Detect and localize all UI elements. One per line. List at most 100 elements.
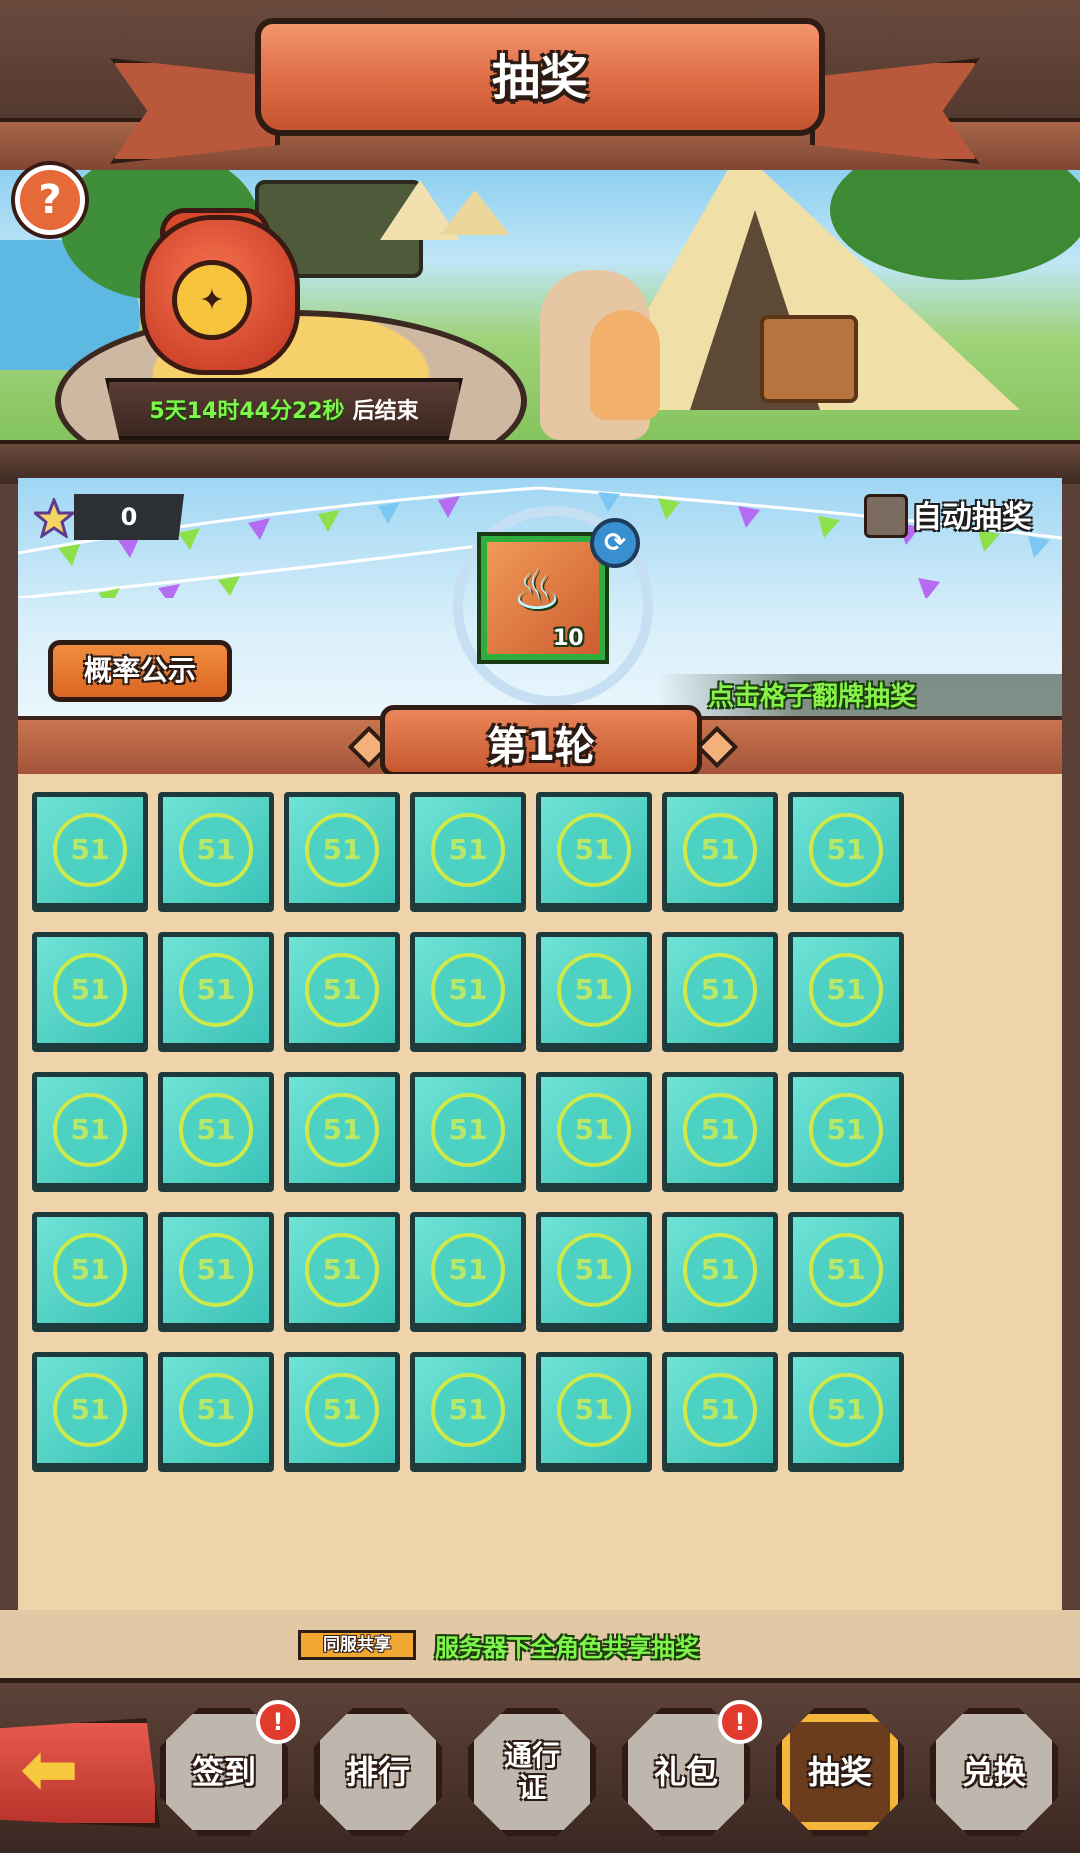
lottery-card[interactable]: 51 xyxy=(662,1352,778,1468)
auto-draw-label[interactable]: 自动抽奖 xyxy=(912,492,1032,536)
card-emblem: 51 xyxy=(431,1093,505,1167)
lottery-card[interactable]: 51 xyxy=(662,1212,778,1328)
countdown-plate: 5天14时44分22秒 后结束 xyxy=(105,378,463,440)
card-emblem: 51 xyxy=(305,1093,379,1167)
card-emblem: 51 xyxy=(431,1233,505,1307)
lottery-card[interactable]: 51 xyxy=(284,1072,400,1188)
lottery-card[interactable]: 51 xyxy=(536,1352,652,1468)
lottery-card[interactable]: 51 xyxy=(410,932,526,1048)
star-icon xyxy=(34,498,74,538)
card-emblem: 51 xyxy=(809,953,883,1027)
nav-label: 礼包 xyxy=(653,1753,718,1791)
lottery-card[interactable]: 51 xyxy=(32,1072,148,1188)
card-emblem: 51 xyxy=(809,1373,883,1447)
page-title: 抽奖 xyxy=(491,50,588,106)
card-emblem: 51 xyxy=(179,1233,253,1307)
card-emblem: 51 xyxy=(53,953,127,1027)
card-emblem: 51 xyxy=(53,1233,127,1307)
round-label: 第1轮 xyxy=(487,724,595,770)
card-emblem: 51 xyxy=(809,1093,883,1167)
nav-label: 兑换 xyxy=(961,1753,1026,1791)
card-emblem: 51 xyxy=(305,953,379,1027)
card-emblem: 51 xyxy=(683,1093,757,1167)
card-emblem: 51 xyxy=(53,1093,127,1167)
nav-label: 抽奖 xyxy=(807,1753,872,1791)
currency-count: 0 xyxy=(74,494,184,540)
card-emblem: 51 xyxy=(179,1373,253,1447)
card-emblem: 51 xyxy=(557,1093,631,1167)
scene-tree xyxy=(830,170,1080,280)
card-emblem: 51 xyxy=(431,813,505,887)
lottery-card[interactable]: 51 xyxy=(158,792,274,908)
lottery-card[interactable]: 51 xyxy=(410,792,526,908)
card-emblem: 51 xyxy=(557,1373,631,1447)
coin-icon: ✦ xyxy=(172,260,252,340)
lottery-card[interactable]: 51 xyxy=(284,932,400,1048)
lottery-card[interactable]: 51 xyxy=(788,1072,904,1188)
lottery-card[interactable]: 51 xyxy=(284,1212,400,1328)
nav-label: 通行证 xyxy=(503,1739,560,1804)
card-grid: 51 51 51 51 51 51 51 51 51 51 51 51 51 51 51 51 51 51 51 51… xyxy=(18,774,1062,1616)
lottery-card[interactable]: 51 xyxy=(158,1352,274,1468)
back-arrow-icon: ⬅ xyxy=(20,1728,79,1810)
scene-tent-small xyxy=(440,190,510,235)
lottery-card[interactable]: 51 xyxy=(788,792,904,908)
card-emblem: 51 xyxy=(53,1373,127,1447)
card-emblem: 51 xyxy=(179,1093,253,1167)
countdown-suffix: 后结束 xyxy=(352,399,419,424)
card-emblem: 51 xyxy=(683,813,757,887)
card-emblem: 51 xyxy=(179,953,253,1027)
lottery-card[interactable]: 51 xyxy=(536,932,652,1048)
shared-tag: 同服共享 xyxy=(298,1630,416,1660)
lottery-card[interactable]: 51 xyxy=(410,1212,526,1328)
card-emblem: 51 xyxy=(431,1373,505,1447)
shared-text: 服务器下全角色共享抽奖 xyxy=(435,1634,699,1662)
lottery-card[interactable]: 51 xyxy=(158,1072,274,1188)
lottery-card[interactable]: 51 xyxy=(788,932,904,1048)
flame-icon: ♨ xyxy=(511,558,563,623)
lottery-card[interactable]: 51 xyxy=(284,1352,400,1468)
lottery-card[interactable]: 51 xyxy=(410,1072,526,1188)
lottery-card[interactable]: 51 xyxy=(32,1212,148,1328)
lottery-card[interactable]: 51 xyxy=(536,1072,652,1188)
prize-quantity: 10 xyxy=(553,626,584,651)
card-emblem: 51 xyxy=(683,1233,757,1307)
lottery-card[interactable]: 51 xyxy=(788,1212,904,1328)
scene-basket xyxy=(760,315,858,403)
card-emblem: 51 xyxy=(305,813,379,887)
countdown-value: 5天14时44分22秒 xyxy=(149,399,345,424)
alert-badge: ! xyxy=(718,1700,762,1744)
lottery-card[interactable]: 51 xyxy=(32,932,148,1048)
card-emblem: 51 xyxy=(683,1373,757,1447)
lottery-card[interactable]: 51 xyxy=(662,1072,778,1188)
card-emblem: 51 xyxy=(809,813,883,887)
nav-label: 签到 xyxy=(191,1753,256,1791)
card-emblem: 51 xyxy=(557,813,631,887)
card-emblem: 51 xyxy=(431,953,505,1027)
card-emblem: 51 xyxy=(305,1233,379,1307)
lottery-card[interactable]: 51 xyxy=(284,792,400,908)
card-emblem: 51 xyxy=(53,813,127,887)
lottery-card[interactable]: 51 xyxy=(32,792,148,908)
odds-button[interactable]: 概率公示 xyxy=(48,640,232,702)
refresh-icon[interactable]: ⟳ xyxy=(590,518,640,568)
card-emblem: 51 xyxy=(557,953,631,1027)
lottery-card[interactable]: 51 xyxy=(536,792,652,908)
lottery-card[interactable]: 51 xyxy=(158,932,274,1048)
lottery-card[interactable]: 51 xyxy=(32,1352,148,1468)
card-emblem: 51 xyxy=(305,1373,379,1447)
flip-hint: 点击格子翻牌抽奖 xyxy=(708,682,917,712)
card-emblem: 51 xyxy=(809,1233,883,1307)
help-button[interactable]: ? xyxy=(15,165,85,235)
nav-label: 排行 xyxy=(345,1753,410,1791)
lottery-card[interactable]: 51 xyxy=(158,1212,274,1328)
lottery-card[interactable]: 51 xyxy=(788,1352,904,1468)
auto-draw-checkbox[interactable] xyxy=(864,494,908,538)
lottery-card[interactable]: 51 xyxy=(536,1212,652,1328)
lottery-card[interactable]: 51 xyxy=(410,1352,526,1468)
alert-badge: ! xyxy=(256,1700,300,1744)
lottery-card[interactable]: 51 xyxy=(662,792,778,908)
card-emblem: 51 xyxy=(557,1233,631,1307)
lottery-card[interactable]: 51 xyxy=(662,932,778,1048)
scene-child xyxy=(590,310,660,420)
